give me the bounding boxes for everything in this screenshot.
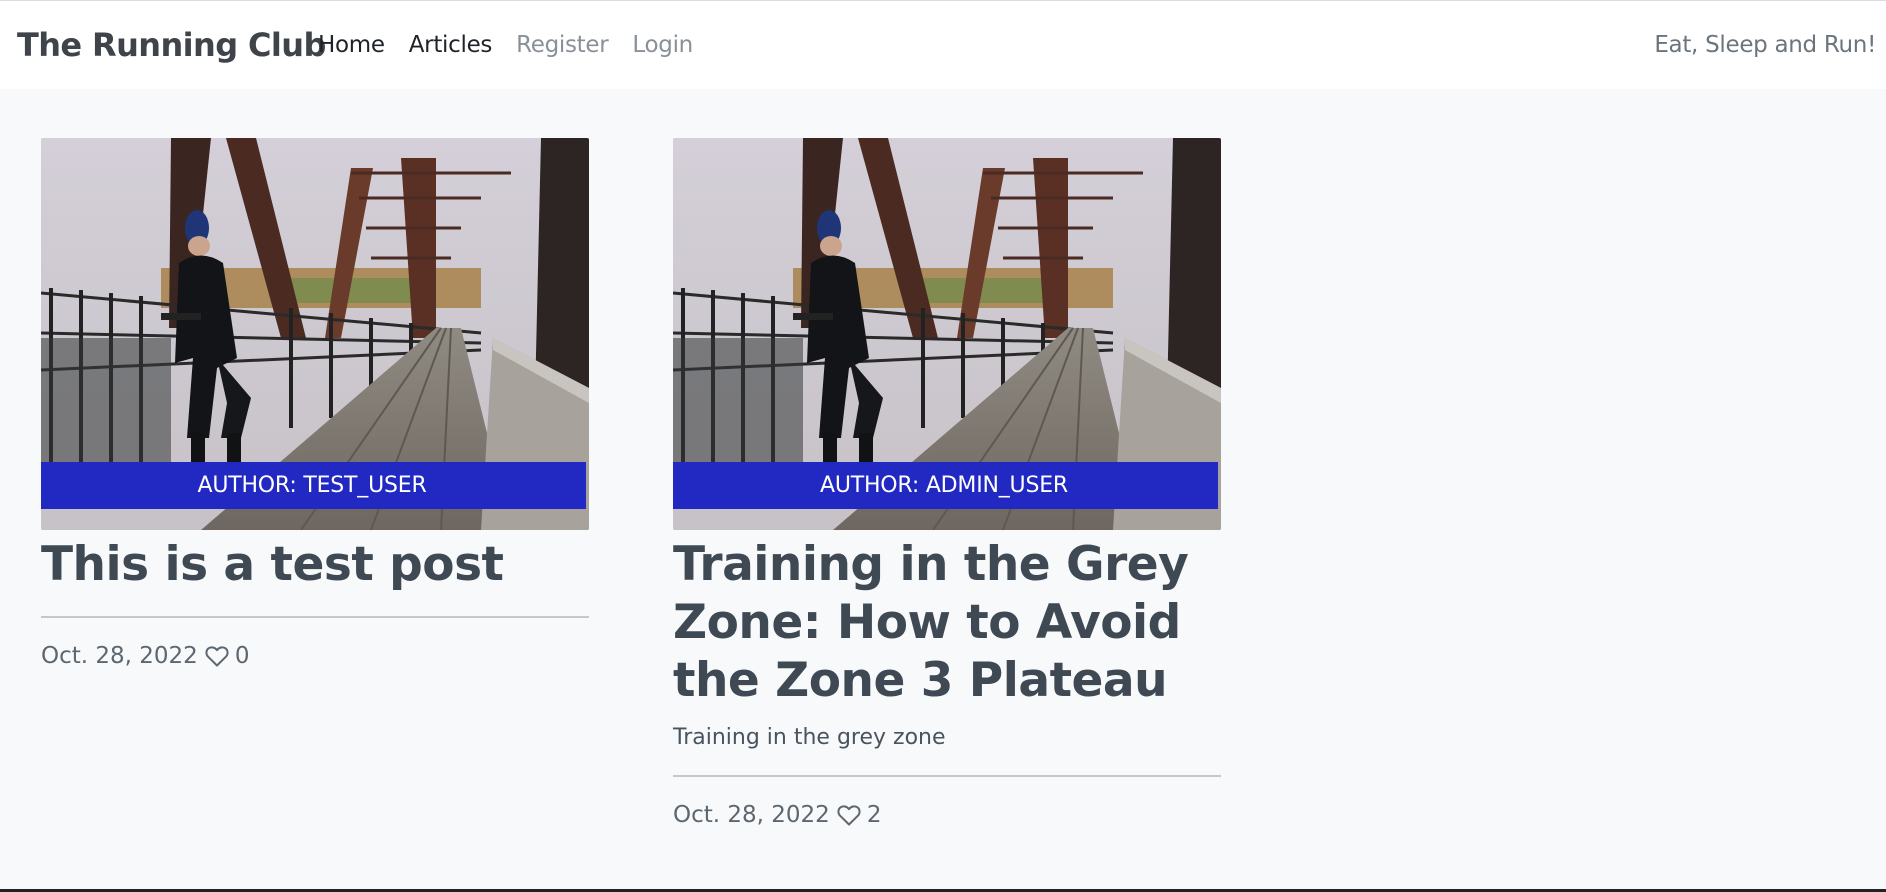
nav-link-login[interactable]: Login — [632, 32, 693, 58]
post-card[interactable]: AUTHOR: ADMIN_USER Training in the Grey … — [673, 138, 1221, 828]
post-date: Oct. 28, 2022 — [673, 802, 830, 828]
nav-link-articles[interactable]: Articles — [409, 32, 493, 58]
post-subtitle: Training in the grey zone — [673, 725, 946, 750]
like-count: 2 — [866, 802, 882, 828]
post-thumbnail[interactable]: AUTHOR: ADMIN_USER — [673, 138, 1221, 530]
like-count: 0 — [234, 643, 250, 669]
post-date: Oct. 28, 2022 — [41, 643, 198, 669]
author-band: AUTHOR: ADMIN_USER — [673, 462, 1218, 509]
post-divider — [41, 616, 589, 618]
brand-logo-link[interactable]: The Running Club — [17, 1, 326, 89]
post-thumbnail[interactable]: AUTHOR: TEST_USER — [41, 138, 589, 530]
nav-links: Home Articles Register Login — [318, 1, 717, 89]
post-meta: Oct. 28, 2022 2 — [673, 802, 1221, 828]
post-title[interactable]: Training in the Grey Zone: How to Avoid … — [673, 536, 1221, 710]
post-card[interactable]: AUTHOR: TEST_USER This is a test post Oc… — [41, 138, 589, 669]
post-meta: Oct. 28, 2022 0 — [41, 643, 589, 669]
heart-outline-icon[interactable] — [837, 804, 861, 826]
post-divider — [673, 775, 1221, 777]
nav-link-home[interactable]: Home — [318, 32, 385, 58]
navbar-tagline: Eat, Sleep and Run! — [1654, 32, 1876, 58]
navbar: The Running Club Home Articles Register … — [0, 1, 1886, 89]
nav-link-register[interactable]: Register — [516, 32, 609, 58]
post-title[interactable]: This is a test post — [41, 536, 589, 594]
heart-outline-icon[interactable] — [205, 645, 229, 667]
author-band: AUTHOR: TEST_USER — [41, 462, 586, 509]
